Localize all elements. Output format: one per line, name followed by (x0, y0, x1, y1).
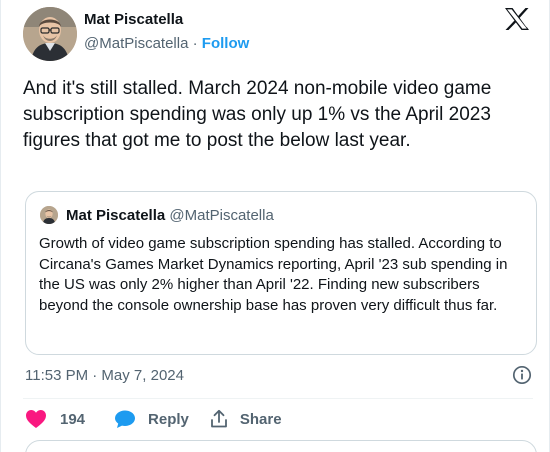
like-count: 194 (60, 410, 86, 428)
quoted-author-handle: @MatPiscatella (169, 207, 274, 224)
share-button[interactable]: Share (209, 409, 282, 429)
author-avatar[interactable] (23, 7, 77, 61)
author-handle[interactable]: @MatPiscatella (84, 35, 188, 52)
author-handle-row: @MatPiscatella · Follow (84, 35, 249, 52)
reply-button[interactable]: Reply (114, 409, 189, 429)
actions-divider (23, 398, 533, 399)
follow-button[interactable]: Follow (202, 35, 250, 52)
read-replies-button[interactable] (25, 440, 537, 452)
quoted-author-line: Mat Piscatella @MatPiscatella (66, 207, 274, 224)
share-label: Share (239, 410, 282, 428)
quoted-tweet-text: Growth of video game subscription spendi… (39, 235, 508, 314)
quoted-author-name: Mat Piscatella (66, 207, 166, 224)
quoted-author-avatar-photo (40, 206, 58, 224)
handle-separator: · (192, 35, 198, 52)
tweet-embed-card: Mat Piscatella @MatPiscatella · Follow A… (0, 0, 550, 452)
tweet-actions-bar: 194 Reply Share (25, 407, 282, 431)
author-avatar-photo (23, 7, 77, 61)
author-name[interactable]: Mat Piscatella (84, 11, 183, 28)
x-logo-icon[interactable] (504, 7, 530, 31)
tweet-text: And it's still stalled. March 2024 non-m… (23, 78, 492, 151)
share-upload-icon (210, 409, 227, 428)
quoted-author-avatar (40, 206, 58, 224)
heart-icon (26, 410, 46, 428)
like-button[interactable]: 194 (25, 409, 85, 429)
reply-label: Reply (148, 410, 189, 428)
info-icon[interactable] (512, 365, 532, 385)
tweet-timestamp[interactable]: 11:53 PM · May 7, 2024 (25, 367, 184, 384)
speech-bubble-icon (115, 410, 136, 428)
